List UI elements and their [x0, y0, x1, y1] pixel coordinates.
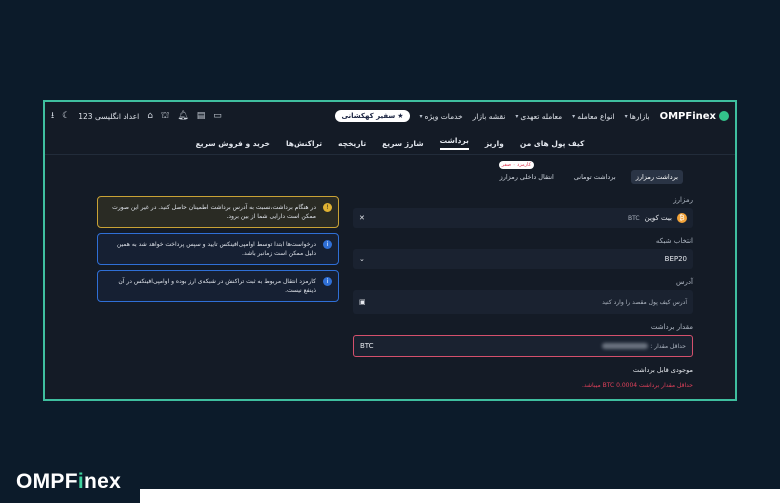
top-navbar: ⭳ ☾ اعداد انگلیسی 123 ⌂ ⛫ 🔔︎ ▤ ▭ OMPFine…	[45, 102, 735, 130]
bottom-white-band	[140, 489, 780, 503]
address-label: آدرس	[676, 278, 693, 286]
balance-label: موجودی قابل برداشت	[632, 366, 693, 374]
address-field[interactable]: آدرس کیف پول مقصد را وارد کنید ▣	[353, 290, 693, 314]
download-icon[interactable]: ⭳	[51, 108, 54, 124]
error-message: حداقل مقدار برداشت BTC 0.0004 میباشد.	[581, 382, 693, 389]
brand-prefix: OMPF	[16, 470, 78, 493]
notices: ! در هنگام برداشت،نسبت به آدرس برداشت اط…	[97, 196, 339, 307]
info-notice: i درخواست‌ها ابتدا توسط اوامپی‌افینکس تا…	[97, 233, 339, 265]
subnav-withdraw[interactable]: برداشت	[439, 136, 469, 150]
brand-suffix: nex	[84, 470, 122, 493]
tab-toman-withdraw[interactable]: برداشت تومانی	[569, 170, 621, 184]
app-window: ⭳ ☾ اعداد انگلیسی 123 ⌂ ⛫ 🔔︎ ▤ ▭ OMPFine…	[43, 100, 737, 401]
notice-text: درخواست‌ها ابتدا توسط اوامپی‌افینکس تایی…	[116, 241, 316, 257]
wallet-subnav: کیف پول های من واریز برداشت شارژ سریع تا…	[45, 132, 735, 155]
nav-services[interactable]: خدمات ویژه ▾	[420, 112, 463, 121]
subnav-my-wallets[interactable]: کیف پول های من	[520, 139, 585, 148]
withdraw-tabs: برداشت رمزارز برداشت تومانی کارمزد ۰ صفر…	[495, 161, 683, 184]
subnav-quick-charge[interactable]: شارژ سریع	[382, 139, 423, 148]
network-select[interactable]: BEP20 ⌄	[353, 249, 693, 269]
notice-text: در هنگام برداشت،نسبت به آدرس برداشت اطمی…	[112, 204, 316, 220]
zero-fee-badge: کارمزد ۰ صفر	[498, 161, 534, 169]
number-format-toggle[interactable]: اعداد انگلیسی 123	[78, 112, 139, 121]
logo-text: OMPFinex	[659, 110, 716, 122]
tab-crypto-withdraw[interactable]: برداشت رمزارز	[630, 170, 683, 184]
logo[interactable]: OMPFinex	[660, 111, 729, 122]
coin-symbol: BTC	[627, 214, 640, 222]
amount-unit: BTC	[360, 342, 374, 350]
tab-label: انتقال داخلی رمزارز	[499, 173, 554, 181]
amount-field[interactable]: حداقل مقدار : BTC	[353, 335, 693, 357]
clipboard-icon[interactable]: ▤	[197, 111, 206, 121]
star-icon: ★	[397, 112, 404, 120]
coin-select[interactable]: ₿ بیت کوین BTC ✕	[353, 208, 693, 228]
ambassador-label: سفیر کهکشانی	[341, 112, 396, 120]
amount-min-label: حداقل مقدار :	[650, 342, 686, 350]
chevron-down-icon: ⌄	[359, 255, 365, 263]
brand-watermark: OMPFinex	[16, 470, 121, 494]
notice-text: کارمزد انتقال مربوط به ثبت تراکنش در شبک…	[118, 278, 316, 294]
chevron-down-icon: ▾	[572, 112, 576, 120]
nav-label: خدمات ویژه	[424, 111, 463, 121]
nav-label: نقشه بازار	[472, 111, 506, 121]
nav-label: انواع معامله	[577, 111, 615, 121]
nav-markets[interactable]: بازارها ▾	[625, 112, 650, 121]
moon-icon[interactable]: ☾	[62, 111, 70, 121]
home-icon[interactable]: ⌂	[147, 111, 153, 121]
subnav-deposit[interactable]: واریز	[485, 139, 504, 148]
amount-label: مقدار برداشت	[650, 323, 693, 331]
ambassador-button[interactable]: ★ سفیر کهکشانی	[335, 110, 410, 122]
bell-icon[interactable]: 🔔︎	[177, 111, 188, 121]
bank-icon[interactable]: ⛫	[161, 111, 169, 122]
network-value: BEP20	[664, 255, 687, 263]
subnav-transactions[interactable]: تراکنش‌ها	[286, 139, 322, 148]
wallet-icon[interactable]: ▭	[213, 111, 222, 121]
nav-label: بازارها	[629, 111, 650, 121]
chevron-down-icon: ▾	[515, 112, 519, 120]
main-nav: OMPFinex بازارها ▾ انواع معامله ▾ معامله ت…	[335, 110, 729, 122]
paste-icon[interactable]: ▣	[359, 298, 366, 306]
chevron-down-icon: ▾	[624, 112, 628, 120]
nav-market-map[interactable]: نقشه بازار	[473, 112, 506, 121]
chevron-down-icon: ▾	[419, 112, 423, 120]
logo-mark-icon	[719, 111, 729, 121]
warning-icon: !	[323, 203, 332, 212]
clear-icon[interactable]: ✕	[359, 214, 365, 222]
subnav-history[interactable]: تاریخچه	[338, 139, 366, 148]
nav-label: معامله تعهدی	[520, 111, 563, 121]
nav-margin[interactable]: معامله تعهدی ▾	[515, 112, 562, 121]
warning-notice: ! در هنگام برداشت،نسبت به آدرس برداشت اط…	[97, 196, 339, 228]
network-label: انتخاب شبکه	[655, 237, 693, 245]
toolbar-left: ⭳ ☾ اعداد انگلیسی 123 ⌂ ⛫ 🔔︎ ▤ ▭	[51, 108, 222, 124]
info-notice: i کارمزد انتقال مربوط به ثبت تراکنش در ش…	[97, 270, 339, 302]
bitcoin-icon: ₿	[677, 213, 687, 223]
withdraw-form: رمزارز ₿ بیت کوین BTC ✕ انتخاب شبکه BEP2…	[353, 196, 693, 389]
nav-trade-types[interactable]: انواع معامله ▾	[572, 112, 614, 121]
coin-label: رمزارز	[673, 196, 693, 204]
coin-name: بیت کوین	[644, 214, 672, 222]
info-icon: i	[323, 277, 332, 286]
tab-internal-transfer[interactable]: کارمزد ۰ صفر انتقال داخلی رمزارز	[495, 161, 559, 184]
subnav-quick-trade[interactable]: خرید و فروش سریع	[196, 139, 270, 148]
blurred-amount	[602, 343, 649, 349]
address-input[interactable]: آدرس کیف پول مقصد را وارد کنید	[602, 299, 687, 306]
info-icon: i	[323, 240, 332, 249]
